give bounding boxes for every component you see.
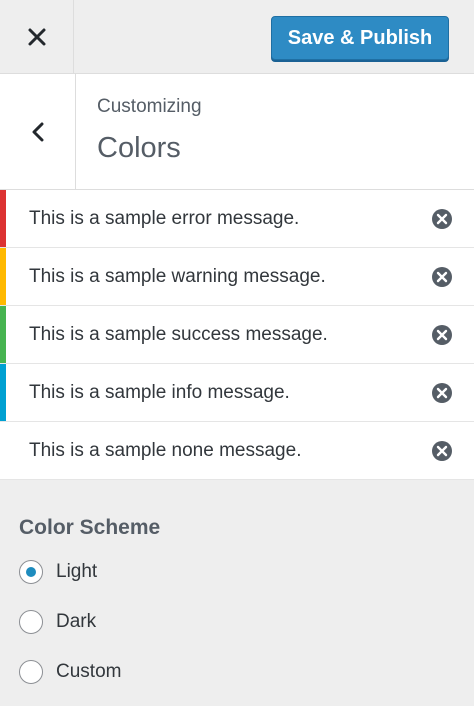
customizing-label: Customizing bbox=[97, 96, 202, 117]
section-header: Customizing Colors bbox=[0, 74, 474, 190]
notice-color-bar bbox=[0, 190, 6, 247]
page-title: Colors bbox=[97, 132, 181, 164]
radio-button[interactable] bbox=[19, 560, 43, 584]
radio-label: Light bbox=[56, 561, 98, 582]
notice-message: This is a sample warning message. bbox=[29, 265, 326, 287]
notice-color-bar bbox=[0, 306, 6, 363]
notice-color-bar bbox=[0, 248, 6, 305]
dismiss-icon[interactable] bbox=[431, 382, 453, 404]
radio-label: Custom bbox=[56, 661, 122, 682]
radio-button[interactable] bbox=[19, 660, 43, 684]
radio-selected-dot bbox=[26, 567, 36, 577]
back-button[interactable] bbox=[0, 74, 76, 189]
chevron-left-icon bbox=[32, 122, 43, 141]
notice-error: This is a sample error message. bbox=[0, 190, 474, 248]
close-icon bbox=[28, 28, 45, 45]
notice-color-bar bbox=[0, 364, 6, 421]
color-scheme-title: Color Scheme bbox=[19, 516, 161, 539]
notice-warning: This is a sample warning message. bbox=[0, 248, 474, 306]
save-publish-button[interactable]: Save & Publish bbox=[271, 16, 449, 60]
radio-option-light[interactable]: Light bbox=[19, 557, 97, 587]
notice-message: This is a sample error message. bbox=[29, 207, 300, 229]
dismiss-icon[interactable] bbox=[431, 324, 453, 346]
dismiss-icon[interactable] bbox=[431, 266, 453, 288]
notice-message: This is a sample none message. bbox=[29, 439, 302, 461]
radio-option-custom[interactable]: Custom bbox=[19, 657, 121, 687]
notice-list: This is a sample error message. This is … bbox=[0, 190, 474, 480]
radio-label: Dark bbox=[56, 611, 97, 632]
notice-none: This is a sample none message. bbox=[0, 422, 474, 480]
notice-message: This is a sample info message. bbox=[29, 381, 290, 403]
notice-info: This is a sample info message. bbox=[0, 364, 474, 422]
close-button[interactable] bbox=[0, 0, 74, 73]
dismiss-icon[interactable] bbox=[431, 208, 453, 230]
notice-message: This is a sample success message. bbox=[29, 323, 328, 345]
radio-option-dark[interactable]: Dark bbox=[19, 607, 96, 637]
notice-success: This is a sample success message. bbox=[0, 306, 474, 364]
dismiss-icon[interactable] bbox=[431, 440, 453, 462]
radio-button[interactable] bbox=[19, 610, 43, 634]
customizer-toolbar: Save & Publish bbox=[0, 0, 474, 74]
